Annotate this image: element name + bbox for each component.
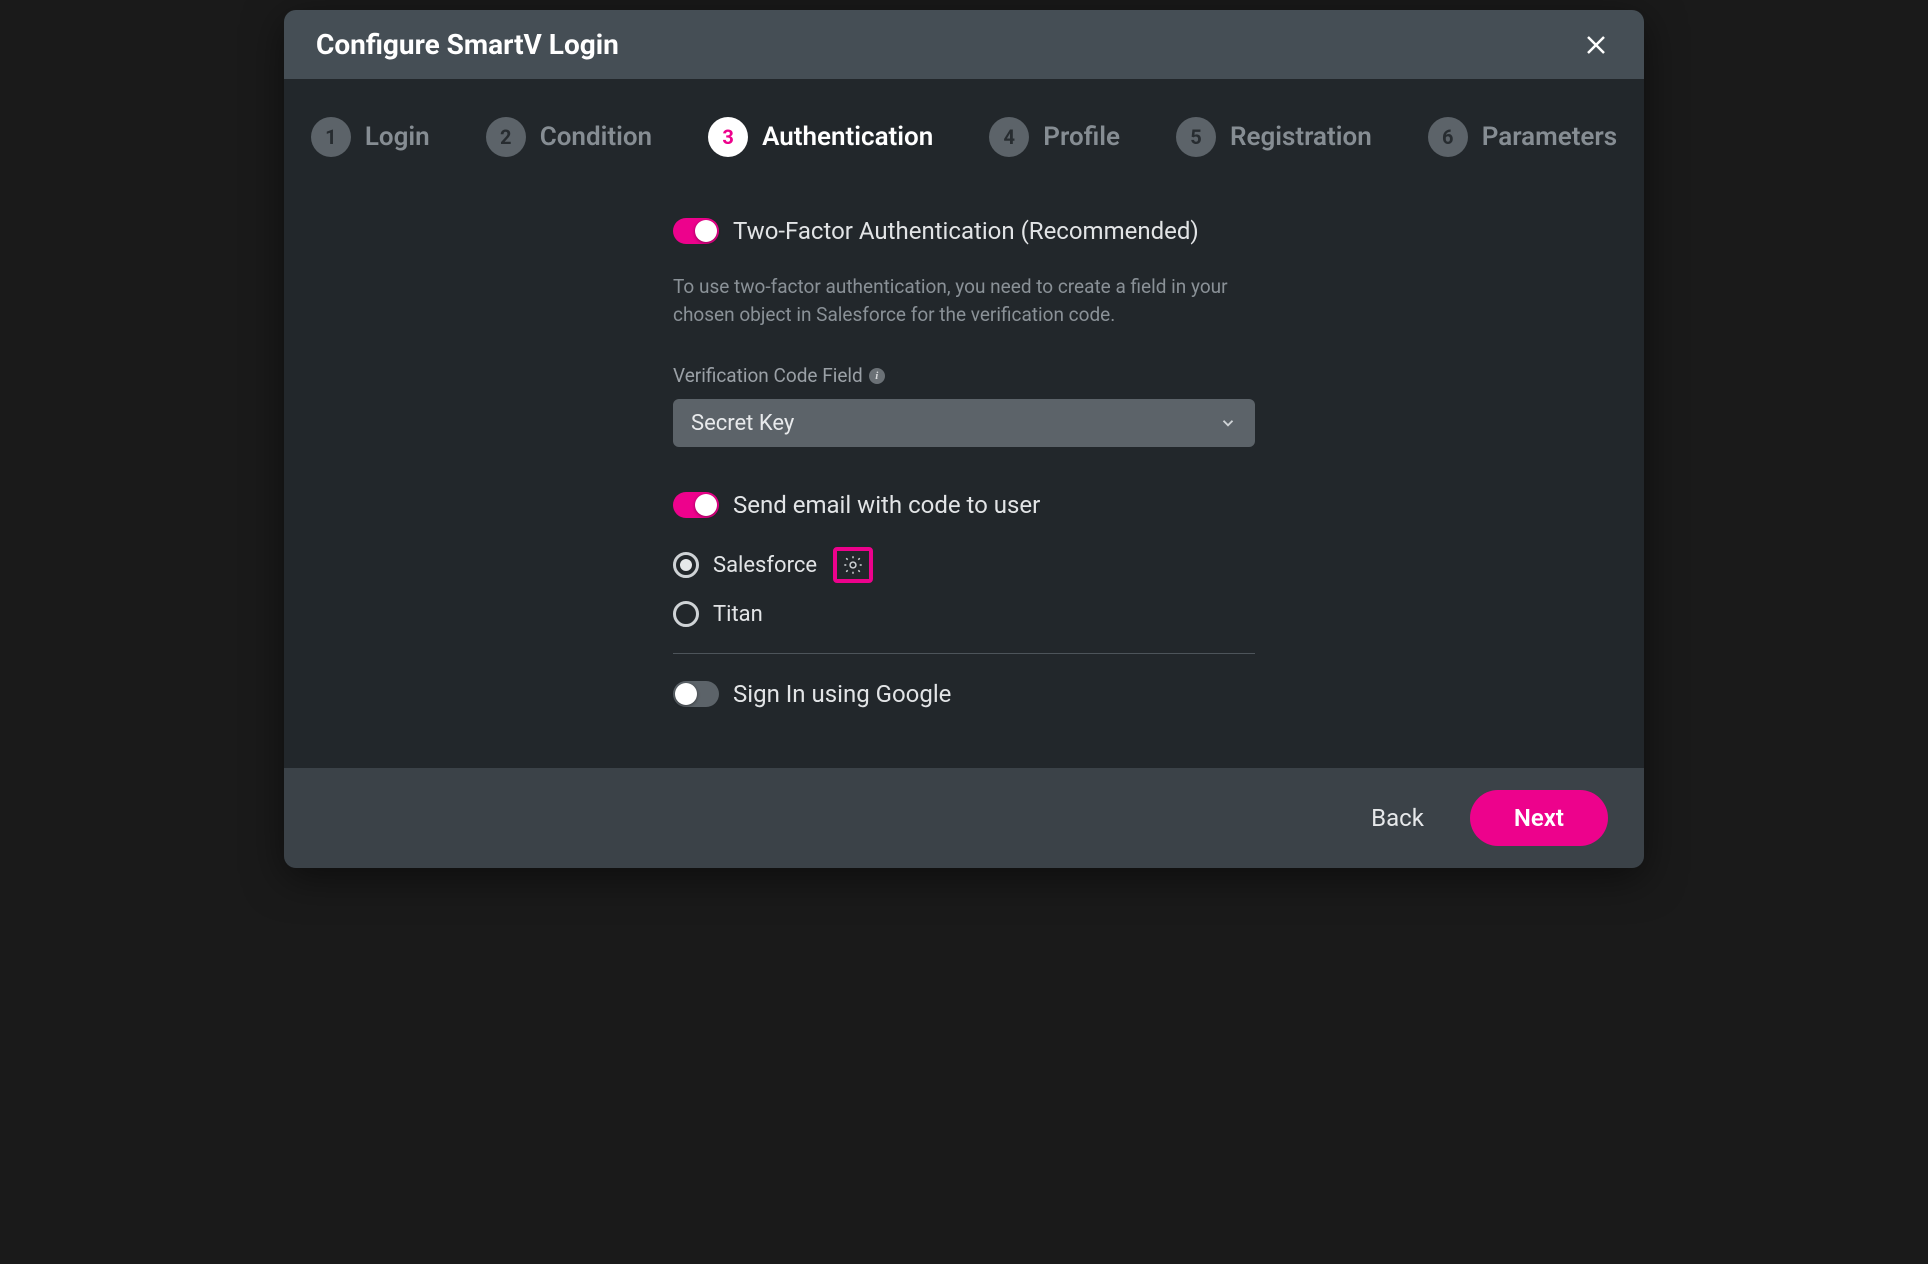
radio-salesforce-label: Salesforce <box>713 553 817 578</box>
google-signin-toggle[interactable] <box>673 681 719 707</box>
gear-icon[interactable] <box>842 554 864 576</box>
divider <box>673 653 1255 654</box>
modal-title: Configure SmartV Login <box>316 28 619 61</box>
wizard-stepper: 1 Login 2 Condition 3 Authentication 4 P… <box>284 79 1644 187</box>
configure-login-modal: Configure SmartV Login 1 Login 2 Conditi… <box>284 10 1644 868</box>
verification-field-select[interactable]: Secret Key <box>673 399 1255 447</box>
google-signin-row: Sign In using Google <box>673 680 1255 708</box>
verification-field-label-text: Verification Code Field <box>673 364 863 387</box>
back-button[interactable]: Back <box>1353 794 1442 842</box>
step-number: 5 <box>1176 117 1216 157</box>
step-profile[interactable]: 4 Profile <box>989 117 1120 157</box>
authentication-panel: Two-Factor Authentication (Recommended) … <box>673 217 1255 708</box>
provider-titan-row: Titan <box>673 601 1255 627</box>
step-number: 6 <box>1428 117 1468 157</box>
two-factor-toggle[interactable] <box>673 218 719 244</box>
step-login[interactable]: 1 Login <box>311 117 430 157</box>
radio-titan-label: Titan <box>713 602 763 627</box>
modal-header: Configure SmartV Login <box>284 10 1644 79</box>
close-icon <box>1584 33 1608 57</box>
chevron-down-icon <box>1219 414 1237 432</box>
step-condition[interactable]: 2 Condition <box>486 117 652 157</box>
radio-titan[interactable] <box>673 601 699 627</box>
step-label: Parameters <box>1482 122 1617 152</box>
salesforce-settings-highlight <box>833 547 873 583</box>
step-authentication[interactable]: 3 Authentication <box>708 117 933 157</box>
step-label: Login <box>365 122 430 152</box>
two-factor-label: Two-Factor Authentication (Recommended) <box>733 217 1199 245</box>
modal-footer: Back Next <box>284 768 1644 868</box>
step-label: Condition <box>540 122 652 152</box>
step-label: Profile <box>1043 122 1120 152</box>
step-registration[interactable]: 5 Registration <box>1176 117 1372 157</box>
close-button[interactable] <box>1580 29 1612 61</box>
step-parameters[interactable]: 6 Parameters <box>1428 117 1617 157</box>
google-signin-label: Sign In using Google <box>733 680 951 708</box>
step-label: Registration <box>1230 122 1372 152</box>
send-email-label: Send email with code to user <box>733 491 1040 519</box>
radio-salesforce[interactable] <box>673 552 699 578</box>
verification-field-label: Verification Code Field i <box>673 364 1255 387</box>
send-email-toggle[interactable] <box>673 492 719 518</box>
step-number: 4 <box>989 117 1029 157</box>
two-factor-row: Two-Factor Authentication (Recommended) <box>673 217 1255 245</box>
step-number: 2 <box>486 117 526 157</box>
next-button[interactable]: Next <box>1470 790 1608 846</box>
step-label: Authentication <box>762 122 933 152</box>
step-number: 3 <box>708 117 748 157</box>
modal-content: Two-Factor Authentication (Recommended) … <box>284 187 1644 768</box>
two-factor-helper: To use two-factor authentication, you ne… <box>673 273 1255 328</box>
verification-field-value: Secret Key <box>691 411 794 436</box>
step-number: 1 <box>311 117 351 157</box>
provider-salesforce-row: Salesforce <box>673 547 1255 583</box>
info-icon[interactable]: i <box>869 368 885 384</box>
send-email-row: Send email with code to user <box>673 491 1255 519</box>
